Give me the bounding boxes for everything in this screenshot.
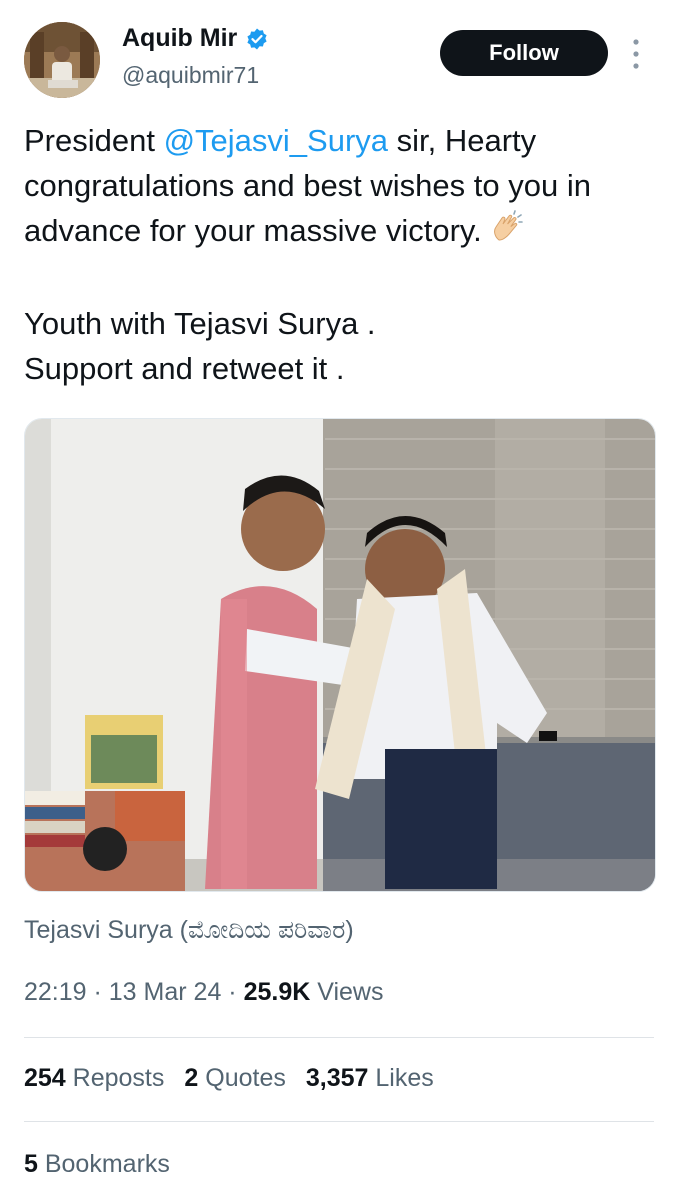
tweet-blank-line bbox=[24, 256, 654, 301]
reposts-stat[interactable]: 254 Reposts bbox=[24, 1064, 164, 1093]
likes-label: Likes bbox=[368, 1064, 434, 1092]
separator: · bbox=[86, 978, 109, 1006]
divider bbox=[24, 1121, 654, 1122]
bookmarks-label: Bookmarks bbox=[37, 1150, 170, 1178]
tweet-meta: 22:19 · 13 Mar 24 · 25.9K Views bbox=[24, 978, 383, 1007]
tweet-photo[interactable] bbox=[24, 418, 656, 892]
views-count: 25.9K bbox=[243, 978, 311, 1006]
reposts-label: Reposts bbox=[65, 1064, 165, 1092]
tweet-time[interactable]: 22:19 bbox=[24, 978, 87, 1006]
quotes-stat[interactable]: 2 Quotes bbox=[184, 1064, 285, 1093]
bookmarks-count: 5 bbox=[24, 1150, 38, 1178]
views-label: Views bbox=[310, 978, 384, 1006]
clapping-hands-icon bbox=[490, 210, 524, 256]
avatar-image bbox=[24, 22, 100, 98]
tweet-paragraph-1: President @Tejasvi_Surya sir, Hearty con… bbox=[24, 118, 654, 256]
follow-button[interactable]: Follow bbox=[440, 30, 608, 76]
separator: · bbox=[221, 978, 244, 1006]
tweet-paragraph-2-line-1: Youth with Tejasvi Surya . bbox=[24, 305, 376, 341]
bookmarks-stat[interactable]: 5 Bookmarks bbox=[24, 1150, 170, 1179]
more-options-icon[interactable] bbox=[628, 38, 644, 70]
quotes-count: 2 bbox=[184, 1064, 199, 1092]
verified-badge-icon bbox=[247, 28, 267, 49]
reposts-count: 254 bbox=[24, 1064, 66, 1092]
tweet-text: President @Tejasvi_Surya sir, Hearty con… bbox=[24, 118, 654, 391]
quotes-label: Quotes bbox=[198, 1064, 286, 1092]
author-avatar[interactable] bbox=[24, 22, 100, 98]
author-name[interactable]: Aquib Mir bbox=[122, 24, 237, 53]
tweet-date[interactable]: 13 Mar 24 bbox=[109, 978, 222, 1006]
mention-link[interactable]: @Tejasvi_Surya bbox=[164, 123, 388, 158]
engagement-stats: 254 Reposts 2 Quotes 3,357 Likes bbox=[24, 1064, 454, 1093]
tweet-paragraph-2-line-2: Support and retweet it . bbox=[24, 350, 345, 386]
likes-stat[interactable]: 3,357 Likes bbox=[306, 1064, 434, 1093]
divider bbox=[24, 1037, 654, 1038]
likes-count: 3,357 bbox=[305, 1064, 369, 1092]
photo-image bbox=[25, 419, 655, 891]
tweet-text-segment: President bbox=[24, 123, 164, 158]
author-name-row[interactable]: Aquib Mir bbox=[122, 24, 269, 53]
author-handle[interactable]: @aquibmir71 bbox=[122, 62, 259, 89]
media-caption[interactable]: Tejasvi Surya (ಮೋದಿಯ ಪರಿವಾರ) bbox=[24, 916, 354, 945]
